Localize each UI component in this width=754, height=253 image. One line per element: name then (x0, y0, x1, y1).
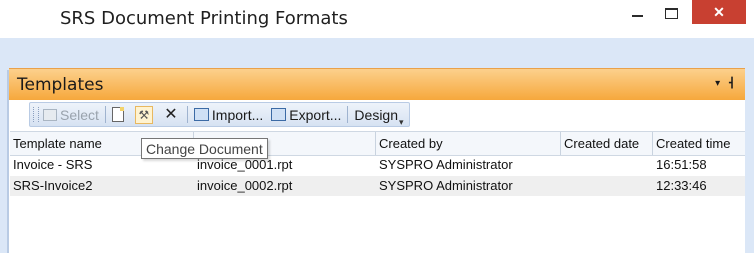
panel-menu-icon[interactable]: ▾ (715, 78, 720, 89)
import-label: Import... (211, 106, 264, 123)
export-icon (271, 108, 287, 121)
change-document-button[interactable]: ⚒ (131, 104, 160, 125)
delete-button[interactable]: ✕ (160, 104, 185, 125)
delete-icon: ✕ (164, 105, 178, 123)
import-button[interactable]: Import... (190, 104, 267, 125)
close-icon: ✕ (713, 3, 725, 20)
select-button[interactable]: Select (39, 104, 103, 125)
right-dock-bar (745, 68, 754, 253)
select-icon (43, 108, 57, 121)
toolbar-separator (186, 106, 188, 123)
cell-created-time: 16:51:58 (656, 157, 707, 172)
cell-created-by: SYSPRO Administrator (379, 178, 513, 193)
minimize-button[interactable] (620, 0, 654, 26)
select-label: Select (60, 106, 99, 123)
panel-title: Templates (17, 75, 104, 95)
table-row[interactable]: Invoice - SRS invoice_0001.rpt SYSPRO Ad… (10, 155, 745, 175)
cell-created-by: SYSPRO Administrator (379, 157, 513, 172)
title-bar: SRS Document Printing Formats ✕ (0, 0, 754, 39)
cell-template-name: SRS-Invoice2 (13, 178, 93, 193)
panel-header: Templates ▾ ┫ (9, 68, 745, 100)
new-document-button[interactable] (108, 104, 131, 125)
minimize-icon (631, 15, 643, 17)
toolbar-overflow-icon[interactable]: ▾ (399, 117, 404, 128)
change-document-tooltip: Change Document (141, 138, 268, 159)
cell-file: invoice_0002.rpt (197, 178, 293, 193)
design-label: Design (354, 106, 399, 123)
ribbon-area (0, 38, 754, 69)
templates-toolbar: Select ⚒ ✕ Import... Export... Design (29, 102, 410, 127)
toolbar-separator (104, 106, 106, 123)
new-document-icon (111, 107, 124, 122)
toolbar-separator (347, 106, 349, 123)
table-row[interactable]: SRS-Invoice2 invoice_0002.rpt SYSPRO Adm… (10, 176, 745, 196)
change-document-icon: ⚒ (134, 105, 153, 124)
cell-created-time: 12:33:46 (656, 178, 707, 193)
column-header-created-time[interactable]: Created time (653, 132, 745, 155)
column-header-created-date[interactable]: Created date (561, 132, 653, 155)
column-header-created-by[interactable]: Created by (376, 132, 561, 155)
cell-template-name: Invoice - SRS (13, 157, 93, 172)
left-dock-bar (0, 68, 9, 253)
export-label: Export... (289, 106, 342, 123)
export-button[interactable]: Export... (267, 104, 345, 125)
close-button[interactable]: ✕ (692, 0, 746, 24)
pin-icon[interactable]: ┫ (729, 78, 735, 89)
maximize-button[interactable] (654, 0, 688, 26)
window-title: SRS Document Printing Formats (60, 8, 348, 29)
import-icon (193, 108, 209, 121)
design-button[interactable]: Design (350, 104, 402, 125)
grid-header: Template name Created by Created date Cr… (10, 131, 745, 156)
maximize-icon (664, 7, 678, 19)
panel-controls[interactable]: ▾ ┫ (709, 78, 735, 89)
